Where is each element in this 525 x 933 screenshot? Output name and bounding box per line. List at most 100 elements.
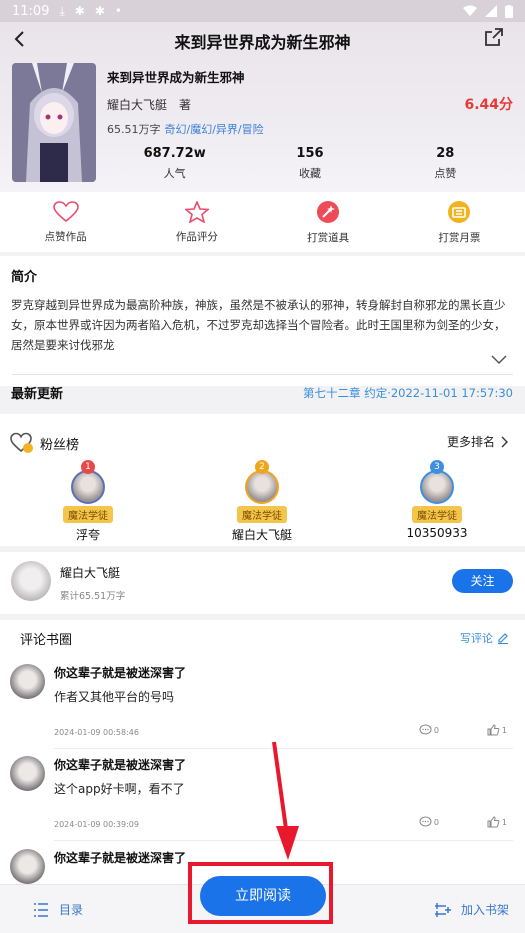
list-icon [34,902,48,917]
fan-level-badge: 魔法学徒 [237,506,287,523]
ticket-icon [448,200,471,223]
rank-badge: 2 [255,460,269,474]
divider [54,748,513,749]
fans-header: 粉丝榜 [10,432,79,454]
comment-bubble-icon [419,724,432,735]
author-total-words: 累计65.51万字 [60,591,126,602]
comment-user: 你这辈子就是被迷深害了 [54,666,187,680]
stat-likes: 28 点赞 [378,146,513,181]
stat-value: 156 [296,146,324,161]
comment-text: 这个app好卡啊，看不了 [54,782,185,796]
cover-illustration [12,63,96,182]
book-score: 6.44分 [464,97,513,113]
intro-section: 简介 罗克穿越到异世界成为最高阶种族，神族，虽然是不被承认的邪神，转身解封自称邪… [0,256,525,402]
battery-icon [505,4,513,18]
comments-section: 评论书圈 写评论 你这辈子就是被迷深害了 作者又其他平台的号吗 2024-01-… [0,620,525,884]
toc-label: 目录 [59,903,84,917]
download-icon: ⤓ [59,3,65,18]
rate-work-button[interactable]: 作品评分 [131,192,262,252]
status-bar: 11:09 ⤓ ✱ ✱ • [0,0,525,22]
reply-button[interactable]: 0 [419,816,439,828]
add-to-shelf-button[interactable]: 加入书架 [434,901,509,918]
comment-user: 你这辈子就是被迷深害了 [54,851,187,865]
wifi-icon [463,5,477,16]
latest-update-title: 最新更新 [11,387,64,402]
chevron-right-icon [501,436,508,447]
stat-label: 人气 [163,167,186,180]
write-comment-label: 写评论 [460,632,493,645]
reply-count: 0 [433,817,439,827]
latest-chapter-link[interactable]: 第七十二章 约定·2022-11-01 17:57:30 [303,385,513,401]
expand-button[interactable] [491,350,507,369]
intro-title: 简介 [11,270,38,285]
action-label: 作品评分 [175,230,218,243]
avatar[interactable] [11,561,51,601]
word-count: 65.51万字 [107,123,161,136]
fans-title: 粉丝榜 [40,437,80,453]
comments-title: 评论书圈 [20,633,73,648]
annotation-highlight-box [188,862,333,924]
fan-name: 耀白大飞艇 [231,528,292,542]
fan-item[interactable]: 2 魔法学徒 耀白大飞艇 [207,460,317,543]
avatar[interactable] [10,849,45,884]
pencil-icon [498,633,508,644]
fan-item[interactable]: 1 魔法学徒 浮夸 [33,460,143,543]
fan-level-badge: 魔法学徒 [63,506,113,523]
like-count: 1 [501,725,507,735]
fan-item[interactable]: 3 魔法学徒 10350933 [382,460,492,540]
tip-ticket-button[interactable]: 打赏月票 [394,192,525,252]
share-button[interactable] [483,26,507,50]
action-label: 点赞作品 [44,230,87,243]
divider [12,374,513,375]
toc-button[interactable]: 目录 [33,901,83,918]
stat-label: 点赞 [434,167,457,180]
thumb-up-icon [487,816,500,828]
star-icon [184,200,209,223]
nav-bar: 来到异世界成为新生邪神 [0,22,525,56]
follow-button[interactable]: 关注 [452,569,513,593]
intro-text: 罗克穿越到异世界成为最高阶种族，神族，虽然是不被承认的邪神，转身解封自称邪龙的黑… [11,298,506,352]
stat-value: 28 [436,146,455,161]
comment-time: 2024-01-09 00:39:09 [54,820,139,829]
bug-icon: ✱ [74,4,85,18]
chevron-down-icon [491,355,507,365]
reply-count: 0 [433,725,439,735]
write-comment-button[interactable]: 写评论 [460,630,509,646]
book-title: 来到异世界成为新生邪神 [107,70,245,85]
rank-badge: 3 [430,460,444,474]
like-button[interactable]: 1 [487,724,507,736]
book-meta: 65.51万字 奇幻/魔幻/异界/冒险 [107,121,264,137]
avatar: 1 [71,460,105,504]
add-to-shelf-label: 加入书架 [460,903,509,917]
book-tags[interactable]: 奇幻/魔幻/异界/冒险 [165,121,264,137]
wand-icon [317,200,340,223]
reply-button[interactable]: 0 [419,724,439,736]
avatar: 3 [420,460,454,504]
rank-badge: 1 [81,460,95,474]
like-work-button[interactable]: 点赞作品 [0,192,131,252]
action-label: 打赏道具 [307,231,350,244]
divider [54,840,513,841]
avatar[interactable] [10,756,45,791]
book-cover[interactable] [12,63,96,182]
clock: 11:09 [12,3,50,19]
signal-icon [485,5,497,17]
fans-ranking: 粉丝榜 更多排名 1 魔法学徒 浮夸 2 魔法学徒 耀白大飞艇 3 魔法学徒 1… [0,414,525,546]
book-author[interactable]: 耀白大飞艇 著 [107,96,191,113]
fan-level-badge: 魔法学徒 [412,506,462,523]
heart-icon [52,200,79,222]
more-ranking-label: 更多排名 [446,435,495,449]
fan-name: 10350933 [406,526,468,540]
author-name[interactable]: 耀白大飞艇 [60,564,120,581]
more-ranking-link[interactable]: 更多排名 [447,433,509,450]
like-button[interactable]: 1 [487,816,507,828]
stat-label: 收藏 [298,167,321,180]
dot-icon: • [114,4,122,18]
tip-item-button[interactable]: 打赏道具 [263,192,394,252]
avatar[interactable] [10,664,45,699]
comment-user: 你这辈子就是被迷深害了 [54,758,187,772]
thumb-up-icon [487,724,500,736]
avatar: 2 [245,460,279,504]
action-label: 打赏月票 [438,231,481,244]
stat-favorites: 156 收藏 [242,146,377,181]
